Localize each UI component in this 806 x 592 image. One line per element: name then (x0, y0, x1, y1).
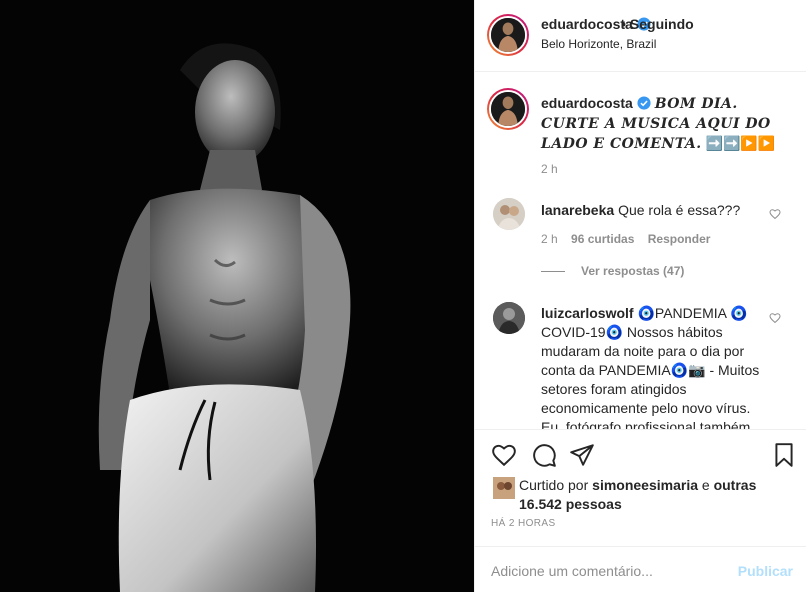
comment-meta: 2 h 96 curtidas Responder (541, 232, 720, 246)
commenter-avatar-image (493, 302, 525, 334)
comment-body: 🧿PANDEMIA 🧿 COVID-19🧿 Nossos hábitos mud… (541, 305, 760, 429)
commenter-avatar-image (493, 198, 525, 230)
post-photo-image (0, 0, 474, 592)
post-location[interactable]: Belo Horizonte, Brazil (541, 37, 656, 51)
comment-text: luizcarloswolf 🧿PANDEMIA 🧿 COVID-19🧿 Nos… (541, 304, 773, 429)
heart-icon[interactable] (491, 442, 517, 468)
bookmark-icon[interactable] (771, 442, 797, 468)
view-replies-link[interactable]: Ver respostas (47) (541, 264, 684, 278)
author-avatar-image (491, 18, 525, 52)
comment-like-heart-icon[interactable] (769, 208, 781, 220)
likes-joiner: e (701, 477, 710, 493)
caption-author-avatar[interactable] (487, 88, 529, 130)
reply-button[interactable]: Responder (648, 232, 711, 246)
comment-input[interactable] (491, 561, 721, 581)
replies-divider (541, 271, 565, 273)
comment-body: Que rola é essa??? (618, 202, 741, 218)
comment-text: lanarebeka Que rola é essa??? (541, 202, 740, 218)
caption-arrow-emojis: ➡️➡️▶️▶️ (705, 135, 776, 151)
comment-username[interactable]: luizcarloswolf (541, 305, 634, 321)
comment-icon[interactable] (531, 442, 557, 468)
comment-username[interactable]: lanarebeka (541, 202, 614, 218)
comment-likes-count[interactable]: 96 curtidas (571, 232, 634, 246)
posted-time[interactable]: HÁ 2 HORAS (491, 518, 556, 529)
follow-status[interactable]: • Seguindo (621, 16, 694, 32)
post-detail-panel: eduardocosta • Seguindo Belo Horizonte, B… (474, 0, 806, 592)
commenter-avatar[interactable] (493, 302, 525, 334)
separator-dot: • (621, 16, 626, 32)
add-comment-bar: Publicar (475, 546, 806, 592)
author-avatar[interactable] (487, 14, 529, 56)
liker-avatar[interactable] (493, 477, 515, 499)
caption-author-avatar-image (491, 92, 525, 126)
commenter-avatar[interactable] (493, 198, 525, 230)
caption-text: eduardocosta BOM DIA. CURTE A MUSICA AQU… (541, 94, 791, 154)
post-photo[interactable] (0, 0, 474, 592)
likes-summary: Curtido por simoneesimaria e outras 16.5… (519, 476, 789, 514)
paper-plane-icon[interactable] (569, 442, 595, 468)
caption-time[interactable]: 2 h (541, 162, 558, 176)
publish-button[interactable]: Publicar (738, 563, 793, 579)
likes-user-link[interactable]: simoneesimaria (592, 477, 698, 493)
caption-username[interactable]: eduardocosta (541, 95, 633, 111)
likes-prefix: Curtido por (519, 477, 589, 493)
liker-avatar-image (493, 477, 515, 499)
comment-time[interactable]: 2 h (541, 232, 558, 246)
comment-like-heart-icon[interactable] (769, 312, 781, 324)
comments-section[interactable]: eduardocosta BOM DIA. CURTE A MUSICA AQU… (475, 72, 806, 429)
post-actions (475, 429, 806, 471)
post-header: eduardocosta • Seguindo Belo Horizonte, B… (475, 0, 806, 72)
verified-badge-icon (637, 96, 651, 110)
